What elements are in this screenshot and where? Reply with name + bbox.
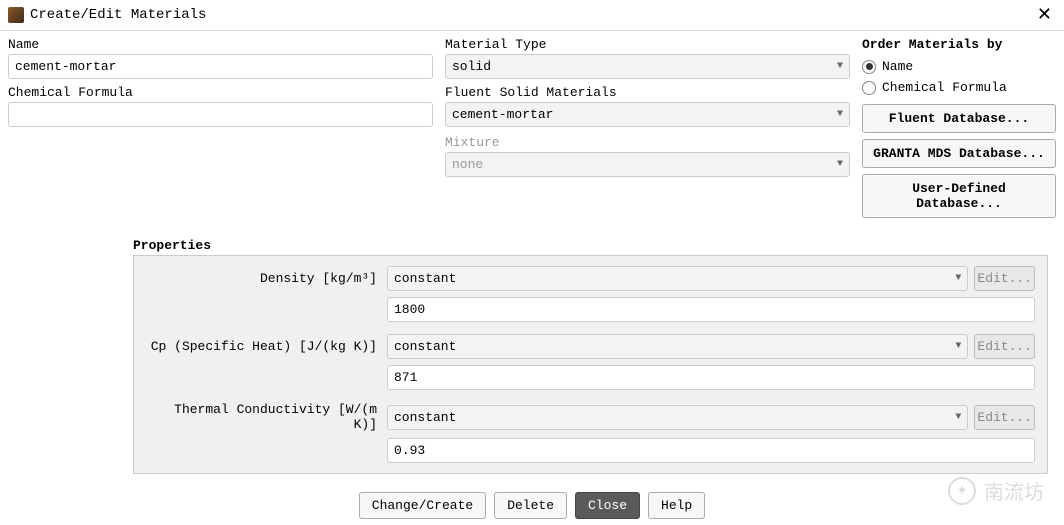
fluent-materials-label: Fluent Solid Materials	[445, 85, 850, 100]
radio-order-name[interactable]: Name	[862, 56, 1056, 77]
watermark-text: 南流坊	[984, 476, 1044, 505]
radio-order-formula[interactable]: Chemical Formula	[862, 77, 1056, 98]
chevron-down-icon: ▼	[955, 341, 961, 352]
material-type-label: Material Type	[445, 37, 850, 52]
name-label: Name	[8, 37, 433, 52]
name-input[interactable]	[8, 54, 433, 79]
chevron-down-icon: ▼	[837, 61, 843, 72]
fluent-materials-select[interactable]: cement-mortar ▼	[445, 102, 850, 127]
thermal-conductivity-edit-button[interactable]: Edit...	[974, 405, 1035, 430]
chemical-formula-input[interactable]	[8, 102, 433, 127]
density-edit-button[interactable]: Edit...	[974, 266, 1035, 291]
granta-database-button[interactable]: GRANTA MDS Database...	[862, 139, 1056, 168]
density-mode-select[interactable]: constant ▼	[387, 266, 968, 291]
chevron-down-icon: ▼	[837, 109, 843, 120]
cp-mode-select[interactable]: constant ▼	[387, 334, 968, 359]
app-icon	[8, 7, 24, 23]
cp-label: Cp (Specific Heat) [J/(kg K)]	[146, 339, 381, 354]
density-label: Density [kg/m³]	[146, 271, 381, 286]
thermal-conductivity-mode-select[interactable]: constant ▼	[387, 405, 968, 430]
chevron-down-icon: ▼	[955, 412, 961, 423]
radio-name-label: Name	[882, 59, 913, 74]
mixture-label: Mixture	[445, 135, 850, 150]
close-icon[interactable]: ✕	[1033, 4, 1056, 26]
window-title: Create/Edit Materials	[30, 7, 206, 23]
user-database-button[interactable]: User-Defined Database...	[862, 174, 1056, 218]
mixture-value: none	[452, 157, 483, 172]
chevron-down-icon: ▼	[837, 159, 843, 170]
thermal-conductivity-mode-value: constant	[394, 410, 456, 425]
thermal-conductivity-label: Thermal Conductivity [W/(m K)]	[146, 402, 381, 432]
chevron-down-icon: ▼	[955, 273, 961, 284]
properties-panel: Density [kg/m³] constant ▼ Edit... Cp (S…	[133, 255, 1048, 474]
density-value-input[interactable]	[387, 297, 1035, 322]
density-mode-value: constant	[394, 271, 456, 286]
radio-icon	[862, 81, 876, 95]
wechat-icon: ✦	[948, 477, 976, 505]
material-type-value: solid	[452, 59, 491, 74]
radio-icon	[862, 60, 876, 74]
fluent-materials-value: cement-mortar	[452, 107, 553, 122]
cp-value-input[interactable]	[387, 365, 1035, 390]
chemical-formula-label: Chemical Formula	[8, 85, 433, 100]
thermal-conductivity-value-input[interactable]	[387, 438, 1035, 463]
radio-formula-label: Chemical Formula	[882, 80, 1007, 95]
cp-edit-button[interactable]: Edit...	[974, 334, 1035, 359]
watermark: ✦ 南流坊	[948, 476, 1044, 505]
properties-title: Properties	[133, 238, 1048, 253]
cp-mode-value: constant	[394, 339, 456, 354]
material-type-select[interactable]: solid ▼	[445, 54, 850, 79]
mixture-select: none ▼	[445, 152, 850, 177]
fluent-database-button[interactable]: Fluent Database...	[862, 104, 1056, 133]
order-materials-label: Order Materials by	[862, 37, 1002, 52]
